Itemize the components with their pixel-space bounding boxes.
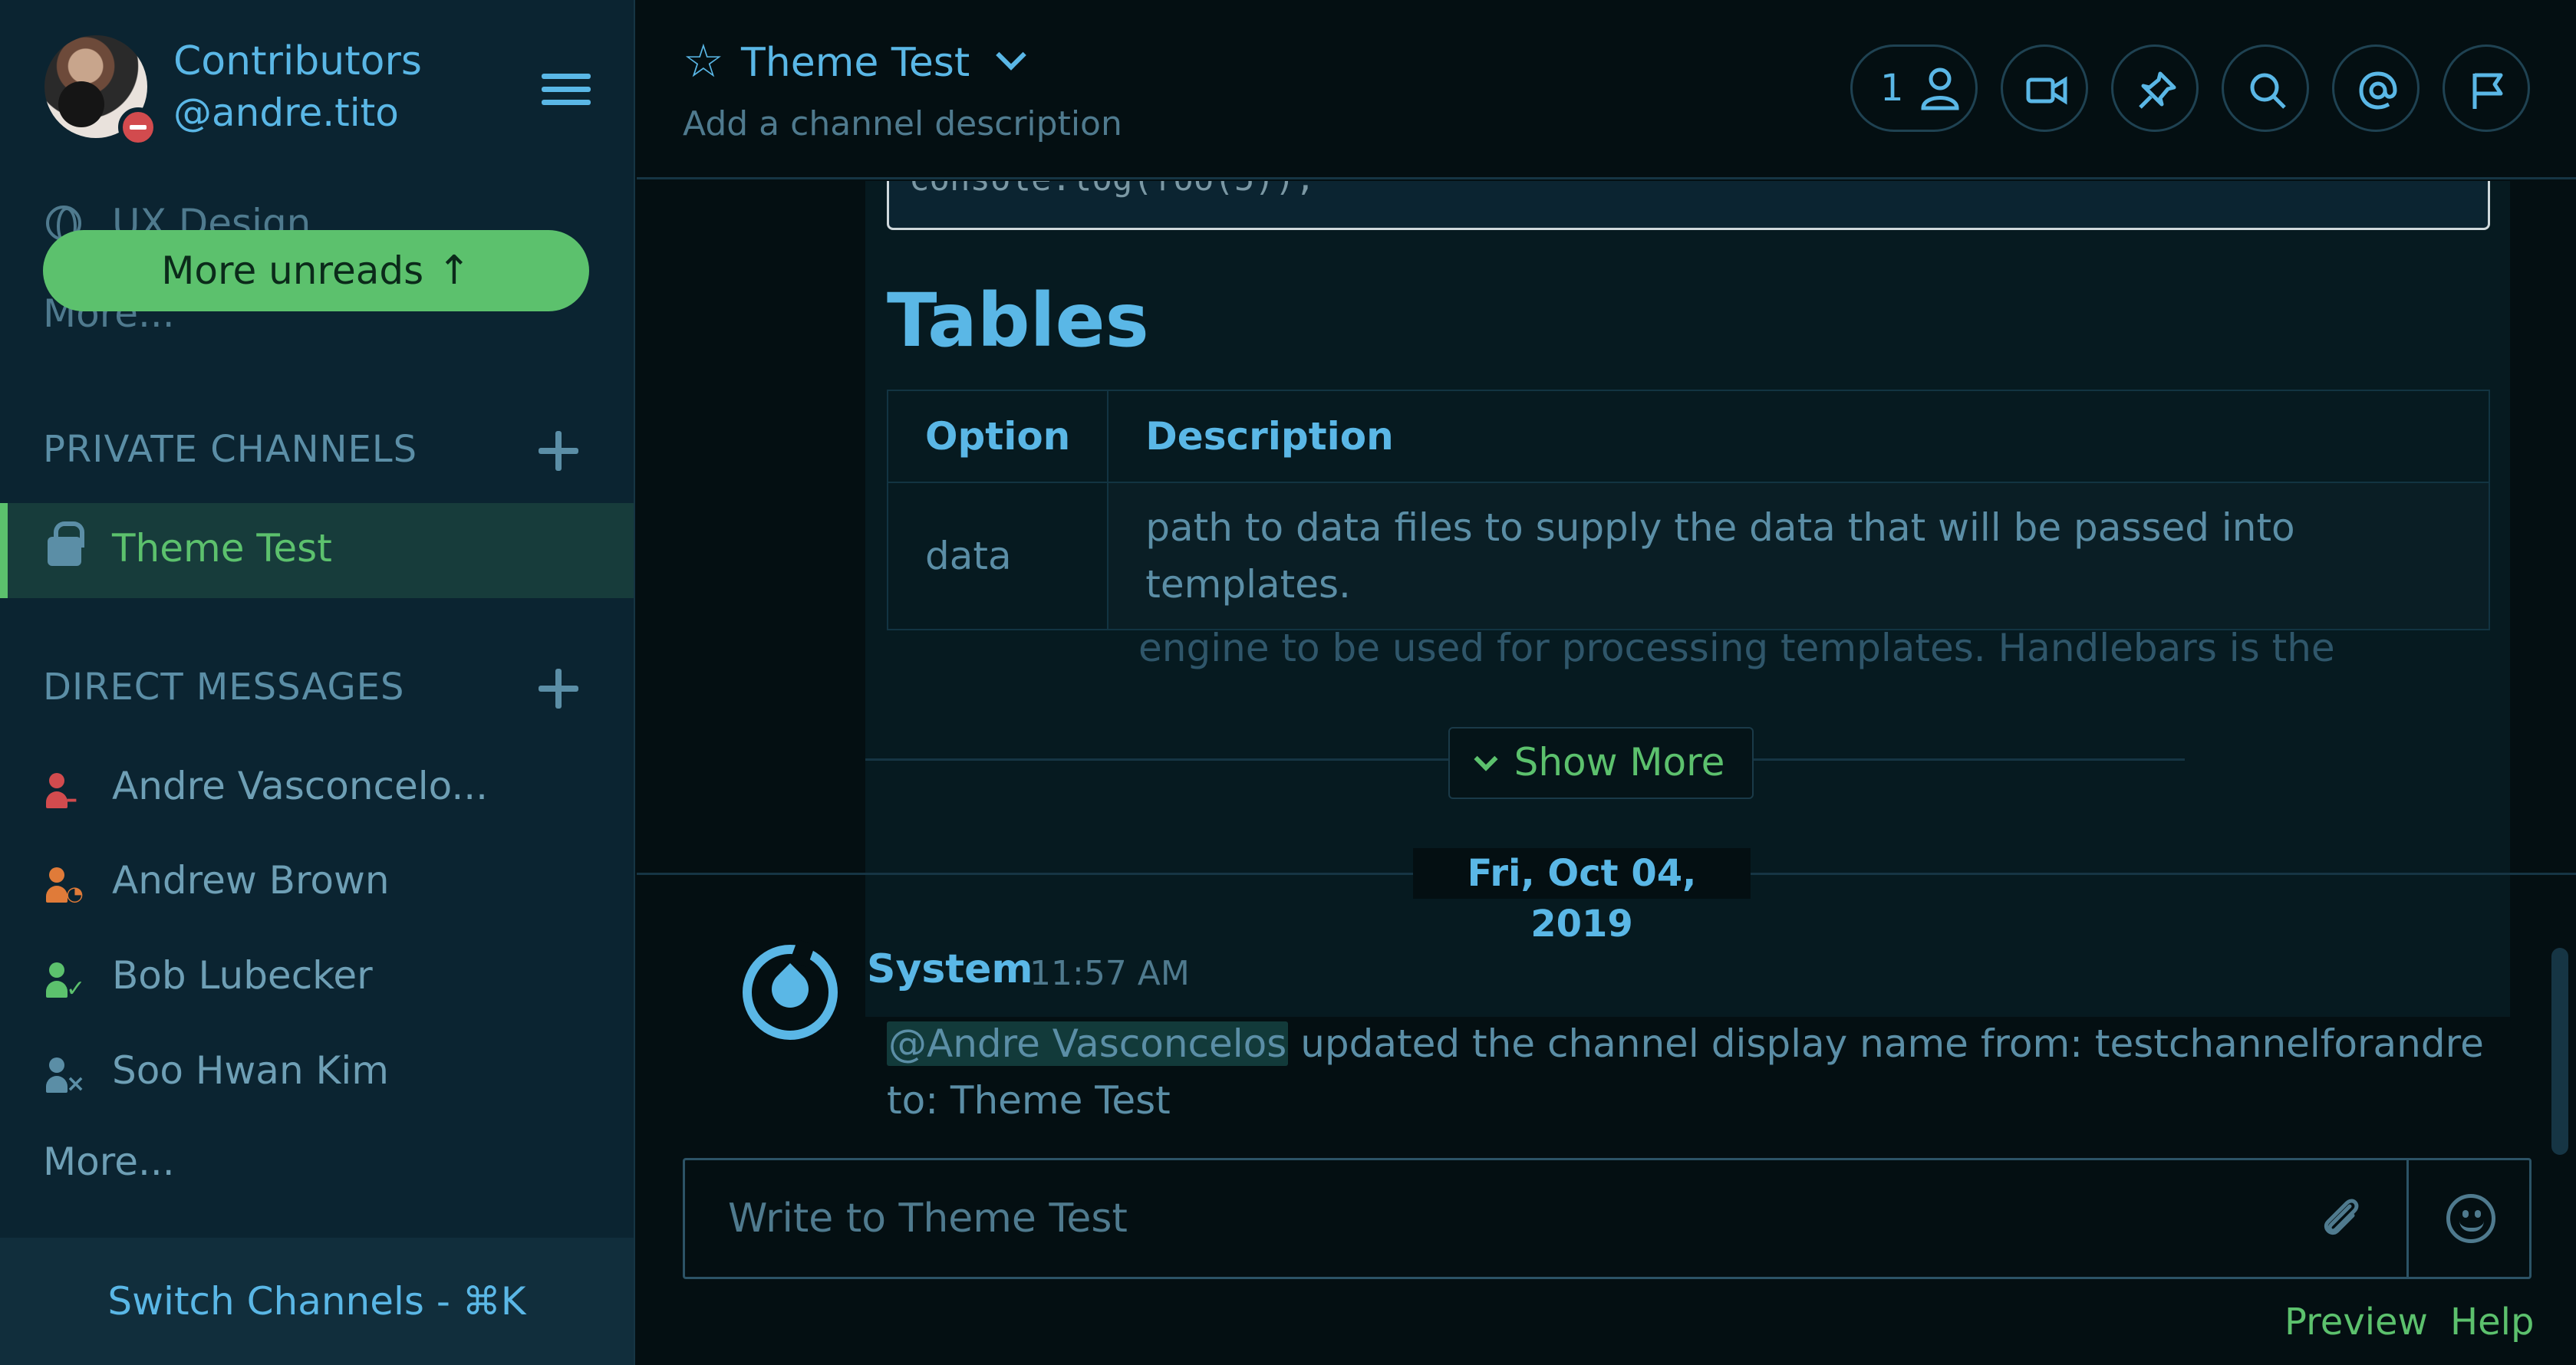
dnd-status-icon xyxy=(118,107,158,147)
sidebar-item-label: Theme Test xyxy=(112,526,332,571)
faded-table-text: engine to be used for processing templat… xyxy=(1138,626,2335,670)
preview-link[interactable]: Preview xyxy=(2284,1301,2428,1344)
sidebar-item-dm[interactable]: – Andre Vasconcelo... xyxy=(43,764,626,817)
add-private-channel-plus-icon[interactable] xyxy=(537,429,580,472)
table-row: data path to data files to supply the da… xyxy=(886,482,2490,630)
chevron-down-icon xyxy=(1474,747,1498,771)
arrow-up-icon: ↑ xyxy=(437,248,471,294)
table-header: Option xyxy=(886,390,1109,483)
scrollbar[interactable] xyxy=(2551,948,2568,1155)
lock-icon xyxy=(48,521,84,566)
user-online-icon: ✓ xyxy=(46,962,86,1002)
channel-description[interactable]: Add a channel description xyxy=(683,104,1122,143)
date-separator: Fri, Oct 04, 2019 xyxy=(1413,848,1751,946)
markdown-heading: Tables xyxy=(887,278,1149,363)
sidebar-item-dm[interactable]: ◔ Andrew Brown xyxy=(43,858,626,912)
emoji-icon[interactable] xyxy=(2446,1194,2495,1243)
hamburger-menu-icon[interactable] xyxy=(542,74,591,109)
table-header: Description xyxy=(1107,390,2490,483)
dm-name: Soo Hwan Kim xyxy=(112,1048,389,1093)
help-link[interactable]: Help xyxy=(2450,1301,2534,1344)
message-input[interactable] xyxy=(685,1160,2265,1277)
sidebar-item-theme-test[interactable]: Theme Test xyxy=(0,503,634,598)
sidebar-item-dm[interactable]: × Soo Hwan Kim xyxy=(43,1048,626,1102)
private-channels-title: PRIVATE CHANNELS xyxy=(43,428,418,471)
post-author[interactable]: System xyxy=(867,946,1033,992)
post-timestamp[interactable]: 11:57 AM xyxy=(1029,954,1190,993)
add-direct-message-plus-icon[interactable] xyxy=(537,667,580,710)
video-call-button[interactable] xyxy=(2001,44,2088,132)
member-count-button[interactable]: 1 xyxy=(1850,44,1978,132)
paperclip-icon[interactable] xyxy=(2314,1192,2368,1246)
switch-channels-button[interactable]: Switch Channels - ⌘K xyxy=(0,1238,634,1365)
member-count: 1 xyxy=(1880,67,1904,110)
dm-name: Bob Lubecker xyxy=(112,953,373,998)
user-mention[interactable]: @Andre Vasconcelos xyxy=(887,1021,1289,1066)
message-list: console.log(foo(5)); Tables Option Descr… xyxy=(637,181,2576,1155)
more-unreads-label: More unreads xyxy=(161,248,424,293)
composer-divider xyxy=(2406,1160,2409,1277)
channel-header: ☆ Theme Test Add a channel description 1 xyxy=(637,0,2576,179)
message-composer xyxy=(683,1158,2532,1279)
star-icon[interactable]: ☆ xyxy=(683,38,726,84)
markdown-table: Option Description data path to data fil… xyxy=(886,390,2490,630)
dm-name: Andre Vasconcelo... xyxy=(112,764,489,808)
more-unreads-button[interactable]: More unreads ↑ xyxy=(43,230,589,311)
dm-name: Andrew Brown xyxy=(112,858,390,903)
video-icon xyxy=(2026,76,2067,105)
table-cell: data xyxy=(886,482,1109,630)
sidebar: Contributors @andre.tito UX Design More.… xyxy=(0,0,635,1365)
pin-icon xyxy=(2139,71,2176,109)
search-button[interactable] xyxy=(2222,44,2309,132)
sidebar-item-dm[interactable]: ✓ Bob Lubecker xyxy=(43,953,626,1007)
flagged-posts-button[interactable] xyxy=(2443,44,2530,132)
search-icon xyxy=(2250,73,2286,109)
table-cell: path to data files to supply the data th… xyxy=(1107,482,2490,630)
pinned-posts-button[interactable] xyxy=(2111,44,2199,132)
post-body: @Andre Vasconcelos updated the channel d… xyxy=(887,1015,2536,1129)
show-more-button[interactable]: Show More xyxy=(1448,727,1754,799)
chevron-down-icon[interactable] xyxy=(994,43,1025,74)
username: @andre.tito xyxy=(173,90,399,135)
channel-title[interactable]: Theme Test xyxy=(741,40,970,86)
user-dnd-icon: – xyxy=(46,773,86,813)
member-icon xyxy=(1921,67,1959,110)
more-direct-messages-link[interactable]: More... xyxy=(43,1140,175,1184)
team-name[interactable]: Contributors xyxy=(173,38,422,84)
user-offline-icon: × xyxy=(46,1057,86,1097)
recent-mentions-button[interactable] xyxy=(2332,44,2420,132)
mattermost-logo-icon xyxy=(743,939,838,1040)
code-block: console.log(foo(5)); xyxy=(887,181,2490,230)
at-mention-icon xyxy=(2359,71,2397,110)
user-away-icon: ◔ xyxy=(46,867,86,907)
flag-icon xyxy=(2472,73,2503,109)
show-more-label: Show More xyxy=(1514,740,1725,784)
direct-messages-title: DIRECT MESSAGES xyxy=(43,666,405,709)
